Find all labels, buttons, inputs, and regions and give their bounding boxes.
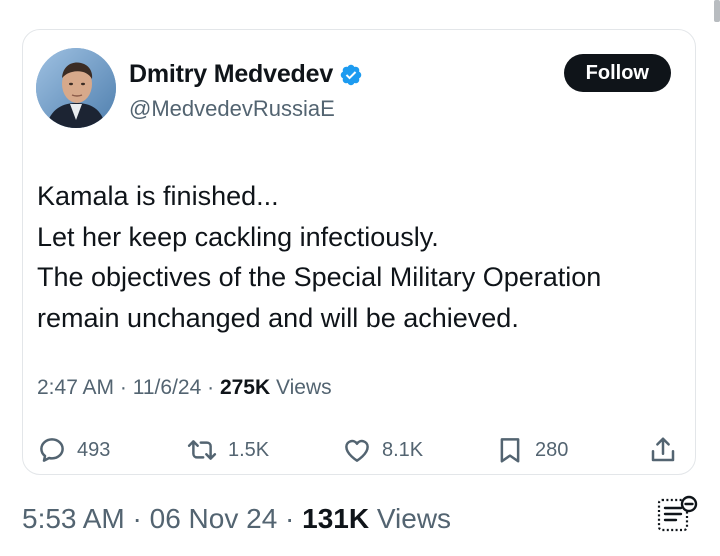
tweet-text-line: The objectives of the Special Military O… (37, 262, 602, 292)
author-name-row: Dmitry Medvedev (129, 60, 363, 89)
reply-icon (40, 438, 64, 462)
tweet-text-line: Let her keep cackling infectiously. (37, 221, 439, 252)
tweet-text-line: remain unchanged and will be achieved. (37, 302, 519, 333)
tweet-date[interactable]: 11/6/24 (133, 376, 202, 399)
author-display-name[interactable]: Dmitry Medvedev (129, 60, 333, 89)
translate-icon[interactable] (656, 494, 700, 534)
footer-views-count: 131K (302, 503, 370, 534)
bookmark-count: 280 (535, 438, 569, 461)
like-button[interactable]: 8.1K (342, 430, 423, 470)
author-handle[interactable]: @MedvedevRussiaE (129, 96, 335, 122)
footer-views-label: Views (376, 503, 452, 534)
footer-date: 06 Nov 24 (149, 503, 278, 534)
tweet-time[interactable]: 2:47 AM (37, 376, 114, 399)
reply-button[interactable]: 493 (37, 430, 110, 470)
repost-timestamp-line: 5:53 AM · 06 Nov 24 · 131K Views (22, 503, 451, 535)
screenshot: Dmitry Medvedev @MedvedevRussiaE Follow … (0, 0, 720, 556)
embedded-tweet-card[interactable]: Dmitry Medvedev @MedvedevRussiaE Follow … (22, 29, 696, 475)
like-count: 8.1K (382, 438, 424, 461)
views-count: 275K (219, 376, 271, 399)
avatar[interactable] (36, 48, 116, 128)
repost-count: 1.5K (228, 438, 270, 461)
tweet-actions-bar: 493 1.5K 8.1K 280 (37, 430, 687, 470)
share-button[interactable] (648, 430, 678, 470)
bookmark-button[interactable]: 280 (495, 430, 568, 470)
separator: · (132, 503, 142, 534)
share-icon (651, 437, 675, 462)
repost-button[interactable]: 1.5K (186, 430, 269, 470)
tweet-text: Kamala is finished... Let her keep cackl… (37, 176, 687, 338)
scroll-indicator[interactable] (714, 0, 720, 22)
repost-icon (187, 440, 217, 460)
bookmark-icon (500, 438, 520, 463)
verified-badge-icon (339, 63, 363, 87)
reply-count: 493 (77, 438, 111, 461)
profile-photo-icon (36, 48, 116, 128)
separator: · (285, 503, 295, 534)
follow-button[interactable]: Follow (563, 54, 671, 92)
separator: · (119, 376, 127, 399)
separator: · (207, 376, 215, 399)
heart-icon (345, 439, 369, 462)
footer-time: 5:53 AM (22, 503, 125, 534)
views-label: Views (276, 376, 332, 399)
tweet-text-line: Kamala is finished... (37, 181, 279, 211)
tweet-metadata: 2:47 AM · 11/6/24 · 275K Views (37, 376, 332, 400)
